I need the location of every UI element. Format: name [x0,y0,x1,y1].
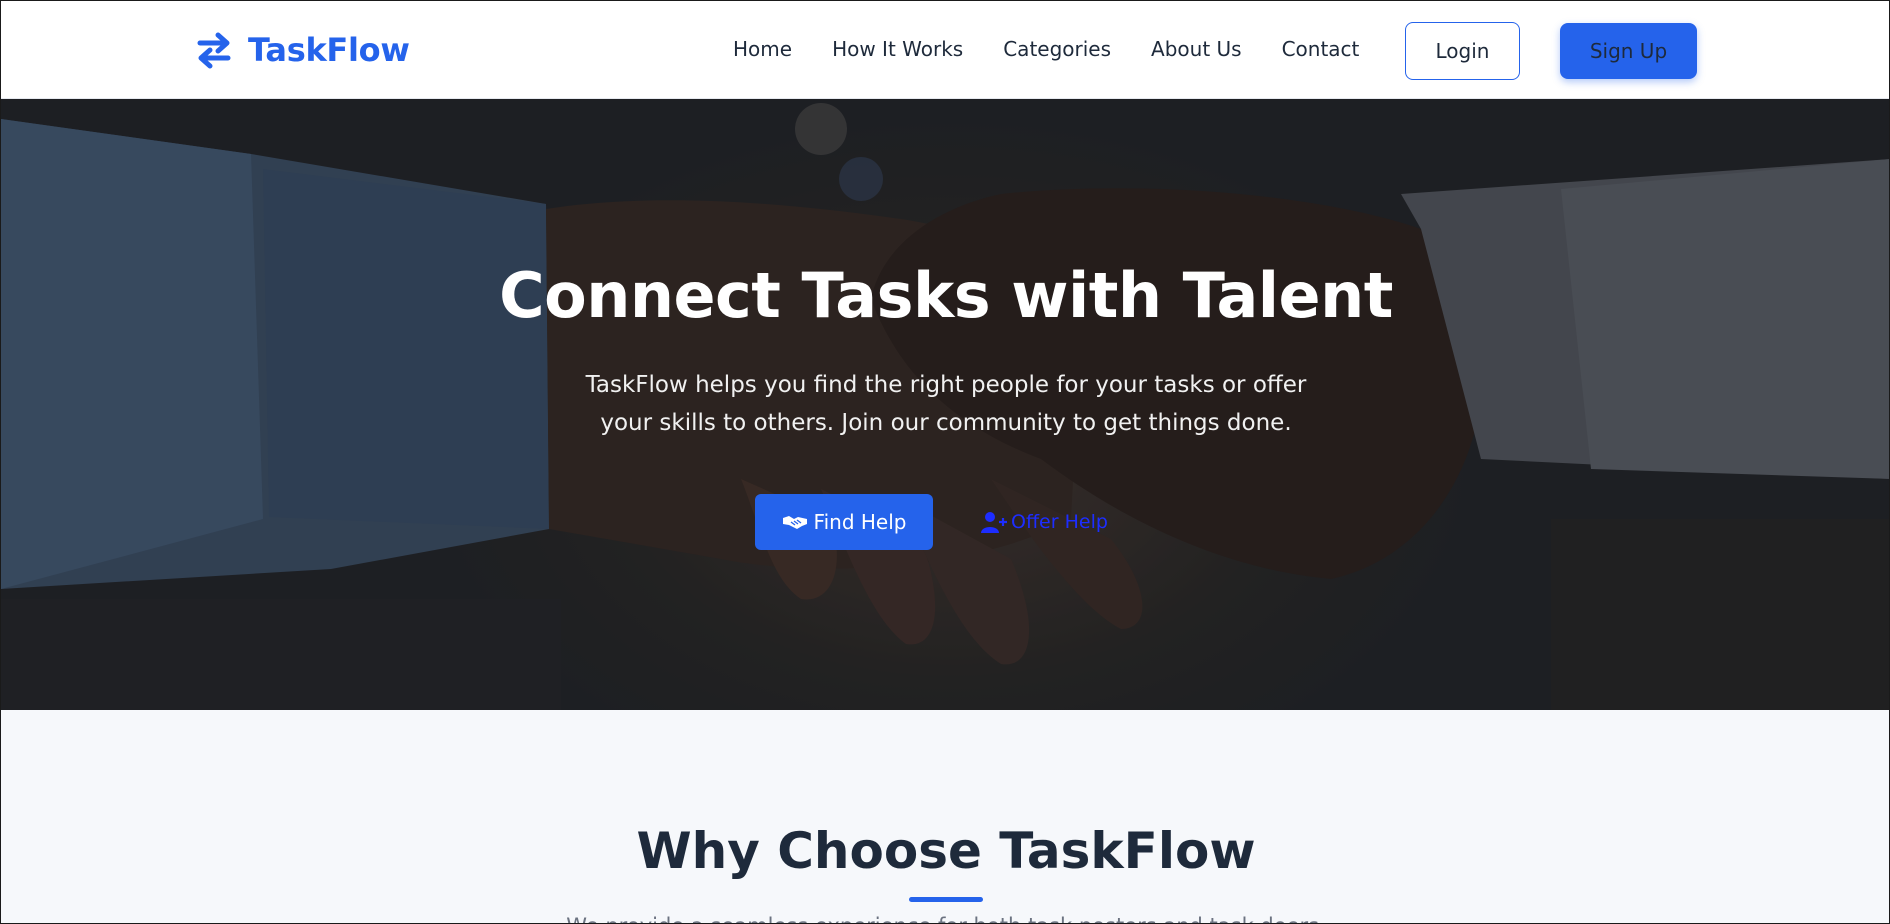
arrows-exchange-icon [194,30,234,70]
find-help-label: Find Help [813,510,907,534]
login-button[interactable]: Login [1405,22,1520,80]
nav-home[interactable]: Home [733,37,792,61]
nav-about-us[interactable]: About Us [1151,37,1242,61]
offer-help-link[interactable]: Offer Help [981,494,1113,550]
hero-section: Connect Tasks with Talent TaskFlow helps… [1,99,1889,710]
main-nav: Home How It Works Categories About Us Co… [733,37,1359,61]
site-header: TaskFlow Home How It Works Categories Ab… [1,1,1889,99]
why-choose-section: Why Choose TaskFlow We provide a seamles… [1,710,1889,923]
browser-viewport: TaskFlow Home How It Works Categories Ab… [0,0,1890,924]
nav-categories[interactable]: Categories [1003,37,1111,61]
section-title: Why Choose TaskFlow [636,822,1256,880]
title-underline [909,897,983,902]
nav-how-it-works[interactable]: How It Works [832,37,963,61]
hero-title: Connect Tasks with Talent [499,259,1393,332]
find-help-button[interactable]: Find Help [755,494,933,550]
user-plus-icon [981,511,1007,533]
signup-button[interactable]: Sign Up [1560,23,1697,79]
offer-help-label: Offer Help [1011,511,1108,533]
brand-name: TaskFlow [248,31,410,69]
brand-logo[interactable]: TaskFlow [194,27,410,73]
handshake-icon [782,513,808,531]
hero-subtitle: TaskFlow helps you find the right people… [585,372,1307,436]
section-description: We provide a seamless experience for bot… [1,914,1889,923]
nav-contact[interactable]: Contact [1282,37,1360,61]
